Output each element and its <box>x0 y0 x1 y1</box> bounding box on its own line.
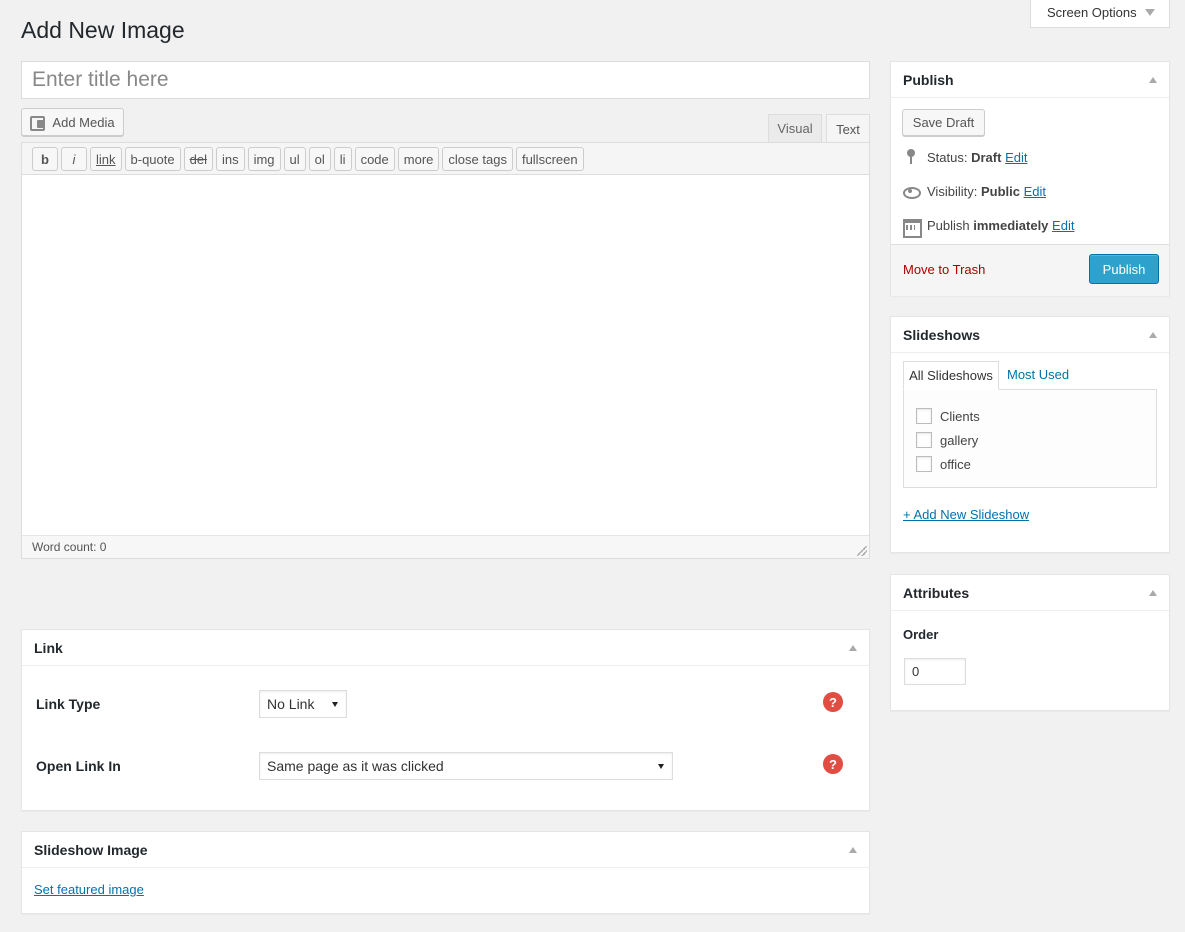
link-type-value: No Link <box>267 696 315 712</box>
checkbox[interactable] <box>916 456 932 472</box>
publish-button[interactable]: Publish <box>1089 254 1159 284</box>
attributes-box-header[interactable]: Attributes <box>891 575 1169 611</box>
collapse-arrow-icon[interactable] <box>1149 77 1157 83</box>
collapse-arrow-icon[interactable] <box>1149 590 1157 596</box>
slideshow-image-title: Slideshow Image <box>34 842 148 858</box>
add-media-button[interactable]: Add Media <box>21 108 124 136</box>
screen-options-button[interactable]: Screen Options <box>1030 0 1170 28</box>
link-box: Link Link Type No Link ? Open Link In Sa… <box>21 629 870 811</box>
qt-close-tags-button[interactable]: close tags <box>442 147 513 171</box>
visibility-label: Visibility: <box>927 183 978 199</box>
title-input[interactable]: Enter title here <box>21 61 870 99</box>
qt-li-button[interactable]: li <box>333 147 352 171</box>
slideshow-checklist: Clients gallery office <box>903 389 1157 488</box>
tab-visual[interactable]: Visual <box>768 114 822 142</box>
qt-bquote-button[interactable]: b-quote <box>124 147 181 171</box>
word-count: Word count: 0 <box>22 535 869 558</box>
qt-del-button[interactable]: del <box>183 147 213 171</box>
open-link-select[interactable]: Same page as it was clicked <box>259 752 673 780</box>
publish-box: Publish Save Draft Status: Draft Edit Vi… <box>890 61 1170 296</box>
qt-ins-button[interactable]: ins <box>215 147 245 171</box>
open-link-label: Open Link In <box>36 758 121 774</box>
resize-handle-icon[interactable] <box>857 546 867 556</box>
text-editor: b i link b-quote del ins img ul ol li co… <box>21 142 870 559</box>
open-link-value: Same page as it was clicked <box>267 758 444 774</box>
help-icon[interactable]: ? <box>823 754 843 774</box>
checkbox[interactable] <box>916 408 932 424</box>
quicktags-toolbar: b i link b-quote del ins img ul ol li co… <box>22 143 869 175</box>
attributes-box: Attributes Order 0 <box>890 574 1170 711</box>
qt-italic-button[interactable]: i <box>61 147 87 171</box>
pin-icon <box>902 148 920 166</box>
tab-most-used[interactable]: Most Used <box>1007 367 1069 382</box>
editor-textarea[interactable] <box>22 176 869 536</box>
slideshow-image-header[interactable]: Slideshow Image <box>22 832 869 868</box>
tab-all-slideshows[interactable]: All Slideshows <box>903 361 999 390</box>
help-icon[interactable]: ? <box>823 692 843 712</box>
chevron-down-icon <box>1145 9 1155 16</box>
status-value: Draft <box>971 149 1002 165</box>
publish-time-row: Publish immediately Edit <box>902 216 1074 238</box>
status-row: Status: Draft Edit <box>902 148 1027 166</box>
dropdown-arrow-icon <box>658 764 664 769</box>
collapse-arrow-icon[interactable] <box>1149 332 1157 338</box>
slideshows-box: Slideshows All Slideshows Most Used Clie… <box>890 316 1170 553</box>
edit-publish-time-link[interactable]: Edit <box>1052 218 1074 233</box>
edit-visibility-link[interactable]: Edit <box>1024 184 1046 199</box>
qt-ul-button[interactable]: ul <box>283 147 306 171</box>
publish-time-label: Publish <box>927 217 970 233</box>
order-input[interactable]: 0 <box>904 658 966 685</box>
publish-box-title: Publish <box>903 72 954 88</box>
qt-bold-button[interactable]: b <box>32 147 58 171</box>
dropdown-arrow-icon <box>332 702 338 707</box>
media-icon <box>30 114 46 131</box>
add-new-slideshow-link[interactable]: + Add New Slideshow <box>903 507 1029 522</box>
page-title: Add New Image <box>21 17 185 43</box>
screen-options-label: Screen Options <box>1047 5 1137 20</box>
qt-link-button[interactable]: link <box>90 147 122 171</box>
visibility-row: Visibility: Public Edit <box>902 182 1046 200</box>
collapse-arrow-icon[interactable] <box>849 847 857 853</box>
save-draft-button[interactable]: Save Draft <box>902 109 985 136</box>
collapse-arrow-icon[interactable] <box>849 645 857 651</box>
list-item[interactable]: office <box>916 456 971 472</box>
add-media-label: Add Media <box>52 114 115 130</box>
slideshow-name: office <box>940 456 971 472</box>
link-box-title: Link <box>34 640 63 656</box>
order-label: Order <box>903 627 939 642</box>
move-to-trash-link[interactable]: Move to Trash <box>903 262 985 277</box>
status-label: Status: <box>927 149 968 165</box>
link-type-select[interactable]: No Link <box>259 690 347 718</box>
qt-code-button[interactable]: code <box>354 147 395 171</box>
slideshow-name: Clients <box>940 408 980 424</box>
attributes-box-title: Attributes <box>903 585 970 601</box>
calendar-icon <box>902 216 922 238</box>
set-featured-image-link[interactable]: Set featured image <box>34 882 144 897</box>
qt-ol-button[interactable]: ol <box>308 147 331 171</box>
visibility-value: Public <box>980 183 1020 199</box>
tab-text[interactable]: Text <box>826 114 870 143</box>
link-box-header[interactable]: Link <box>22 630 869 666</box>
list-item[interactable]: gallery <box>916 432 978 448</box>
slideshow-image-box: Slideshow Image Set featured image <box>21 831 870 914</box>
checkbox[interactable] <box>916 432 932 448</box>
list-item[interactable]: Clients <box>916 408 980 424</box>
qt-fullscreen-button[interactable]: fullscreen <box>515 147 584 171</box>
slideshows-box-header[interactable]: Slideshows <box>891 317 1169 353</box>
publish-box-header[interactable]: Publish <box>891 62 1169 98</box>
eye-icon <box>902 182 921 200</box>
edit-status-link[interactable]: Edit <box>1005 150 1027 165</box>
slideshow-name: gallery <box>940 432 979 448</box>
qt-more-button[interactable]: more <box>397 147 440 171</box>
link-type-label: Link Type <box>36 696 101 712</box>
qt-img-button[interactable]: img <box>247 147 281 171</box>
publish-time-value: immediately <box>973 217 1049 233</box>
slideshows-box-title: Slideshows <box>903 327 981 343</box>
